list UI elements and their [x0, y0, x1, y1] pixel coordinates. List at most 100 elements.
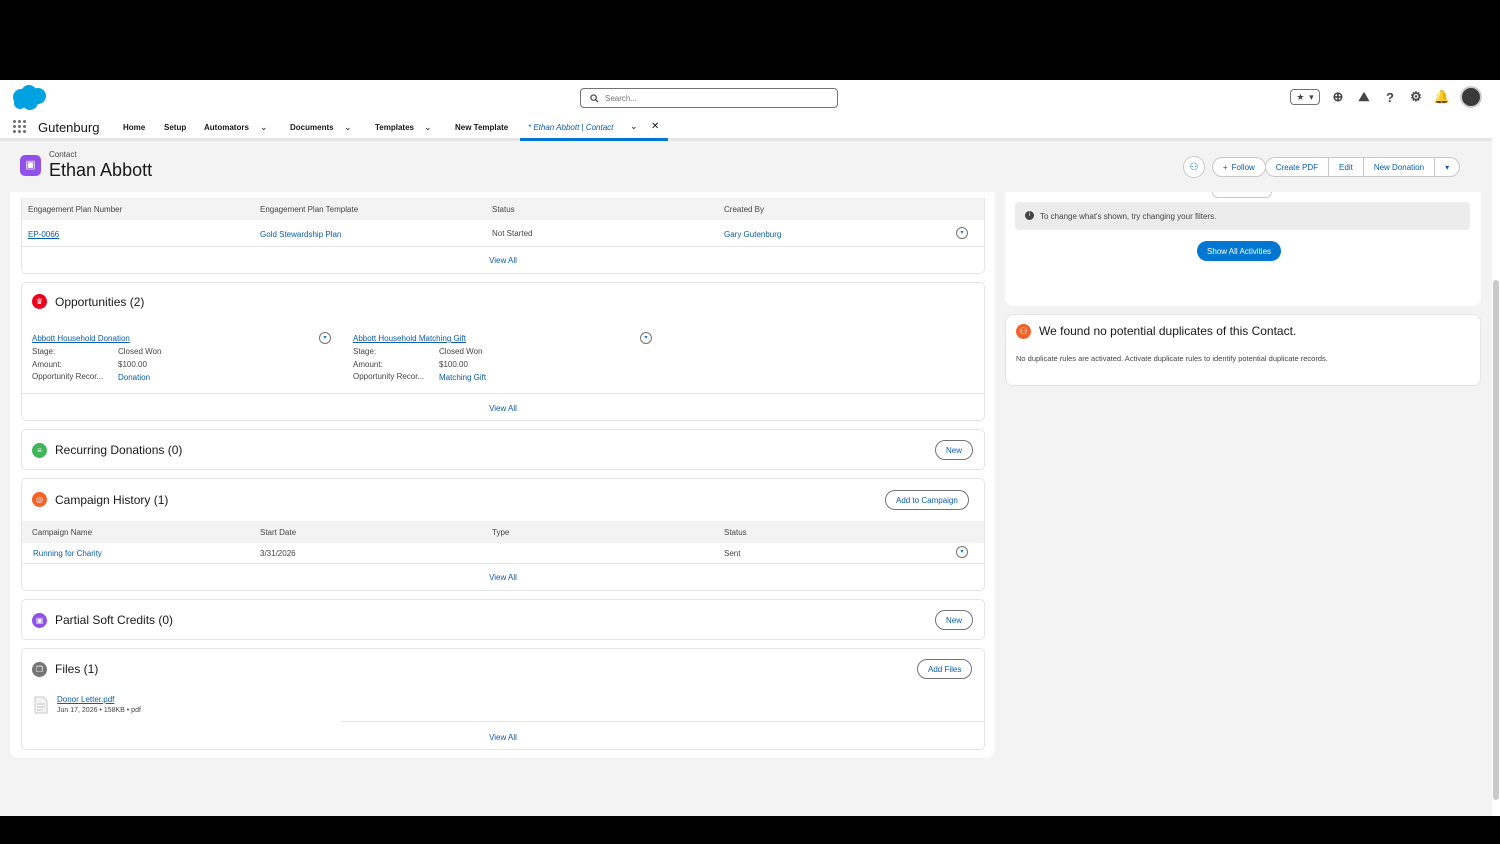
chevron-down-icon[interactable]: ⌄ [260, 122, 268, 133]
row-menu-icon[interactable]: ▾ [640, 332, 652, 344]
filter-notice-text: To change what's shown, try changing you… [1040, 212, 1217, 221]
pdf-file-icon [34, 696, 48, 714]
app-name: Gutenburg [38, 120, 100, 135]
activity-panel: i To change what's shown, try changing y… [1005, 192, 1481, 306]
divider [22, 563, 984, 564]
salesforce-logo[interactable] [10, 84, 48, 112]
close-tab-icon[interactable]: ✕ [651, 121, 659, 132]
contact-icon: ▣ [20, 155, 41, 176]
opportunity-link[interactable]: Abbott Household Donation [32, 334, 130, 343]
recurring-donations-card: ≡ Recurring Donations (0) New [21, 429, 985, 470]
tab-ethan-abbott-contact[interactable]: * Ethan Abbott | Contact ⌄ ✕ [520, 116, 668, 141]
row-menu-icon[interactable]: ▾ [319, 332, 331, 344]
new-soft-credit-button[interactable]: New [935, 610, 974, 630]
nav-item-setup[interactable]: Setup [164, 123, 186, 132]
opportunity-link[interactable]: Abbott Household Matching Gift [353, 334, 466, 343]
duplicates-card: ⚇ We found no potential duplicates of th… [1005, 314, 1481, 386]
trailhead-icon[interactable]: ⛰ [1356, 89, 1372, 105]
engagement-plan-number-link[interactable]: EP-0066 [28, 230, 59, 239]
column-header[interactable]: Engagement Plan Number [28, 205, 122, 214]
favorites-button[interactable]: ★ ▾ [1290, 89, 1320, 105]
show-all-activities-button[interactable]: Show All Activities [1197, 241, 1282, 261]
record-type-link[interactable]: Donation [118, 373, 150, 382]
field-label: Stage: [32, 347, 56, 356]
chevron-down-icon[interactable]: ⌄ [630, 121, 638, 132]
column-header[interactable]: Type [492, 528, 509, 537]
card-title[interactable]: Partial Soft Credits (0) [55, 613, 173, 627]
files-icon: ❐ [32, 662, 47, 677]
new-recurring-donation-button[interactable]: New [935, 440, 974, 460]
app-launcher-icon[interactable] [13, 120, 27, 134]
global-create-icon[interactable]: ⊕ [1330, 89, 1346, 105]
nav-item-automators[interactable]: Automators [204, 123, 249, 132]
nav-item-templates[interactable]: Templates [375, 123, 414, 132]
view-all-link[interactable]: View All [22, 256, 984, 265]
engagement-plans-card: Engagement Plan Number Engagement Plan T… [21, 198, 985, 274]
row-menu-icon[interactable]: ▾ [956, 227, 968, 239]
add-files-button[interactable]: Add Files [917, 659, 973, 679]
engagement-template-link[interactable]: Gold Stewardship Plan [260, 230, 341, 239]
search-placeholder: Search... [605, 94, 638, 103]
chevron-down-icon[interactable]: ⌄ [424, 122, 432, 133]
create-pdf-button[interactable]: Create PDF [1264, 157, 1330, 177]
opportunity-crown-icon: ♛ [32, 294, 47, 309]
chevron-down-icon[interactable]: ⌄ [344, 122, 352, 133]
field-label: Stage: [353, 347, 377, 356]
card-title[interactable]: Opportunities (2) [55, 295, 144, 309]
field-label: Opportunity Recor... [353, 372, 425, 381]
created-by-link[interactable]: Gary Gutenburg [724, 230, 781, 239]
object-label: Contact [49, 150, 77, 159]
view-all-link[interactable]: View All [22, 733, 984, 742]
view-all-link[interactable]: View All [22, 573, 984, 582]
card-title[interactable]: Campaign History (1) [55, 493, 168, 507]
column-header[interactable]: Engagement Plan Template [260, 205, 358, 214]
column-header[interactable]: Created By [724, 205, 764, 214]
column-header[interactable]: Start Date [260, 528, 296, 537]
files-card: ❐ Files (1) Add Files Donor Letter.pdf J… [21, 648, 985, 750]
hierarchy-icon[interactable]: ⚇ [1183, 156, 1205, 178]
card-title[interactable]: Files (1) [55, 662, 98, 676]
search-icon [590, 94, 599, 103]
setup-gear-icon[interactable]: ⚙ [1408, 89, 1424, 105]
global-search-input[interactable]: Search... [580, 88, 838, 108]
add-to-campaign-button[interactable]: Add to Campaign [885, 490, 969, 510]
stage-value: Closed Won [439, 347, 483, 356]
engagement-status: Not Started [492, 229, 533, 238]
collapsed-button-edge[interactable] [1212, 192, 1272, 198]
more-actions-chevron-icon[interactable]: ▾ [1434, 157, 1461, 177]
plus-icon: + [1223, 162, 1228, 172]
divider [342, 721, 985, 722]
scrollbar-thumb[interactable] [1493, 280, 1499, 800]
page-scrollbar[interactable] [1492, 126, 1500, 816]
partial-soft-credits-card: ▣ Partial Soft Credits (0) New [21, 599, 985, 640]
user-avatar[interactable] [1460, 86, 1482, 108]
notifications-bell-icon[interactable]: 🔔 [1434, 89, 1450, 105]
help-icon[interactable]: ? [1382, 89, 1398, 105]
app-navigation-bar: Gutenburg Home Setup Automators ⌄ Docume… [0, 116, 1500, 169]
record-header: ▣ Contact Ethan Abbott ⚇ + Follow Create … [0, 144, 1490, 192]
file-name-link[interactable]: Donor Letter.pdf [57, 695, 114, 704]
campaign-name-link[interactable]: Running for Charity [33, 549, 102, 558]
column-header[interactable]: Campaign Name [32, 528, 92, 537]
column-header[interactable]: Status [492, 205, 515, 214]
duplicates-body: No duplicate rules are activated. Activa… [1016, 354, 1328, 363]
nav-item-home[interactable]: Home [123, 123, 145, 132]
view-all-link[interactable]: View All [22, 404, 984, 413]
campaign-status: Sent [724, 549, 741, 558]
recurring-donation-icon: ≡ [32, 443, 47, 458]
nav-item-new-template[interactable]: New Template [455, 123, 508, 132]
info-icon: i [1025, 211, 1034, 220]
opportunities-card: ♛ Opportunities (2) Abbott Household Don… [21, 282, 985, 421]
divider [22, 246, 984, 247]
duplicate-warning-icon: ⚇ [1016, 324, 1031, 339]
record-type-link[interactable]: Matching Gift [439, 373, 486, 382]
row-menu-icon[interactable]: ▾ [956, 546, 968, 558]
new-donation-button[interactable]: New Donation [1362, 157, 1436, 177]
nav-item-documents[interactable]: Documents [290, 123, 334, 132]
campaign-history-card: ◎ Campaign History (1) Add to Campaign C… [21, 478, 985, 591]
follow-button[interactable]: + Follow [1212, 157, 1266, 177]
column-header[interactable]: Status [724, 528, 747, 537]
file-meta: Jun 17, 2026 • 158KB • pdf [57, 707, 141, 714]
card-title[interactable]: Recurring Donations (0) [55, 443, 182, 457]
edit-button[interactable]: Edit [1328, 157, 1364, 177]
